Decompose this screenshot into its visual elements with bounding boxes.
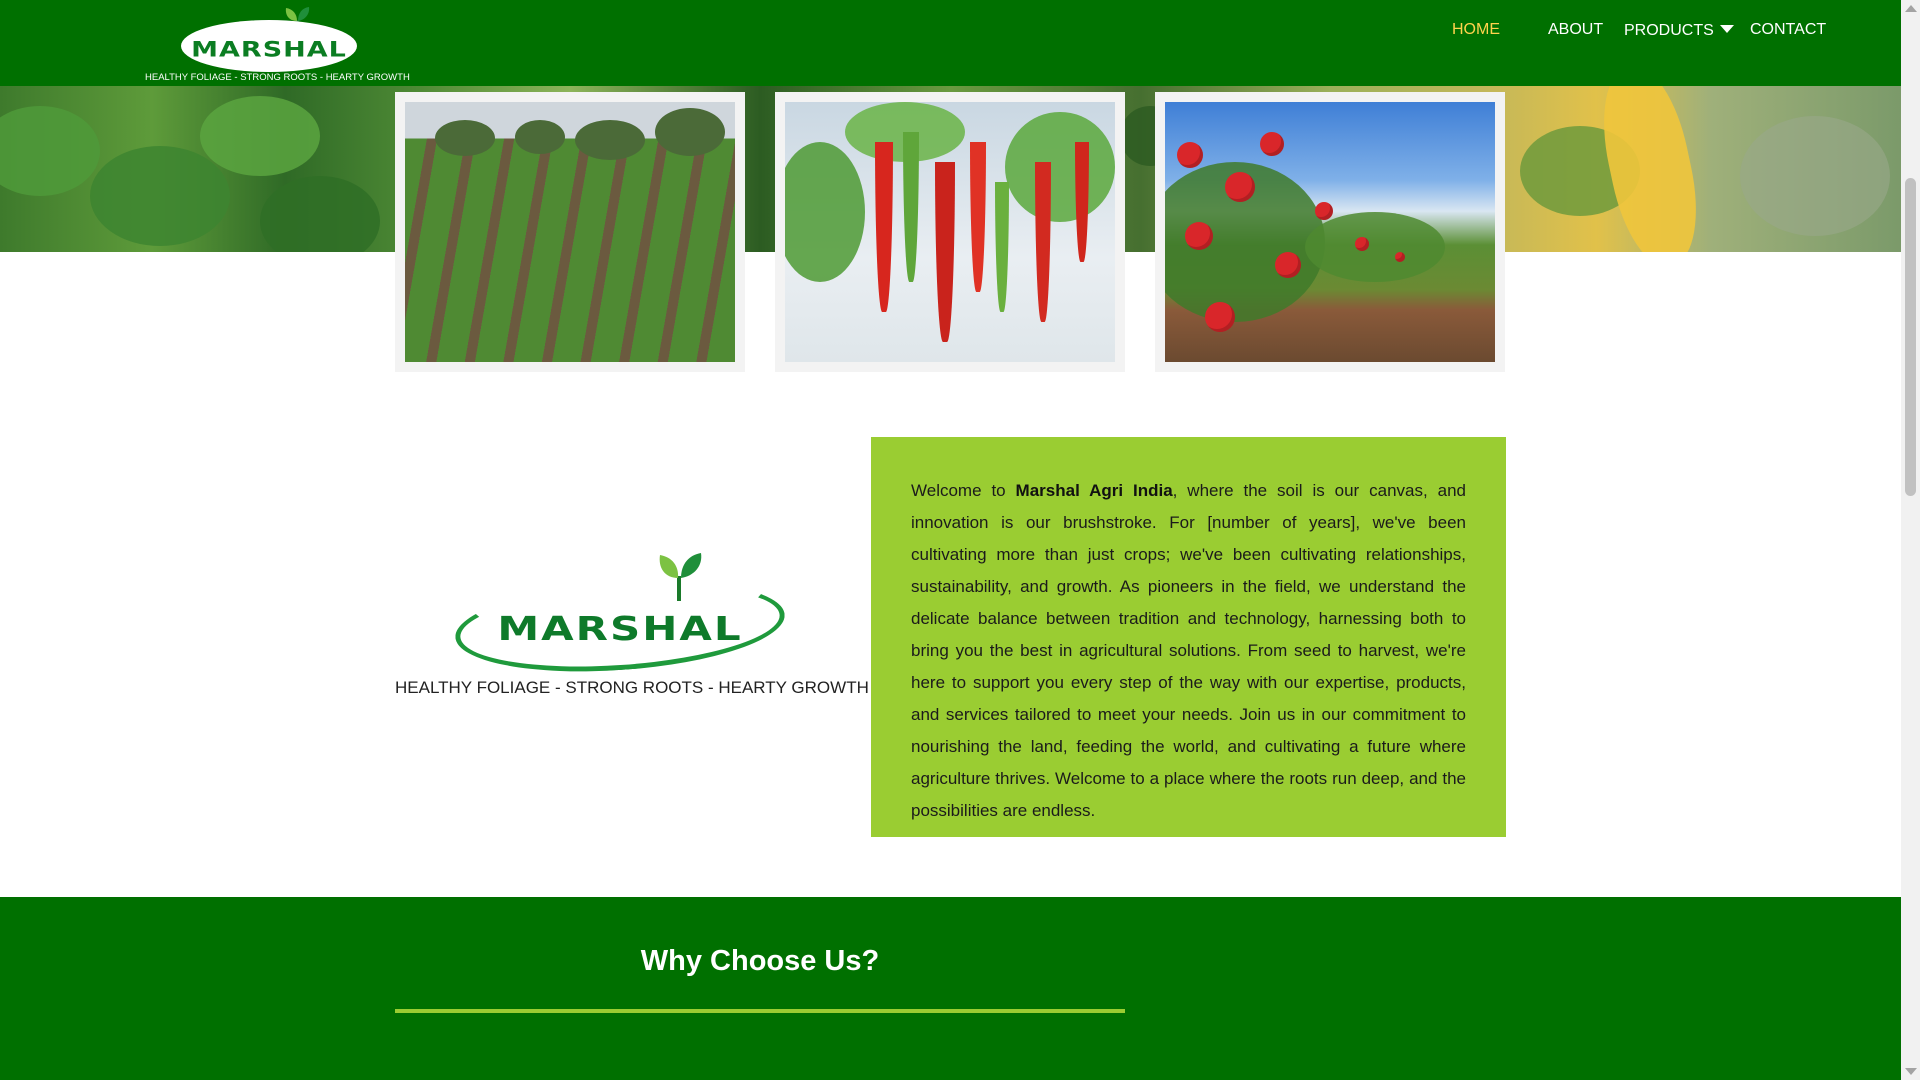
gallery-card-field[interactable] bbox=[395, 92, 745, 372]
about-logo-wordmark: MARSHAL bbox=[497, 609, 743, 648]
about-logo: MARSHAL HEALTHY FOLIAGE - STRONG ROOTS -… bbox=[395, 552, 869, 702]
field-crop-photo bbox=[405, 102, 735, 362]
logo-tagline: HEALTHY FOLIAGE - STRONG ROOTS - HEARTY … bbox=[145, 72, 410, 83]
about-logo-tagline: HEALTHY FOLIAGE - STRONG ROOTS - HEARTY … bbox=[395, 678, 869, 697]
about-company-name: Marshal Agri India bbox=[1015, 481, 1173, 500]
pomegranate-orchard-photo bbox=[1165, 102, 1495, 362]
scroll-thumb[interactable] bbox=[1905, 178, 1916, 496]
caret-down-icon bbox=[1719, 25, 1734, 33]
gallery-card-chili[interactable] bbox=[775, 92, 1125, 372]
why-divider bbox=[395, 1009, 1125, 1013]
nav-home[interactable]: HOME bbox=[1452, 21, 1500, 39]
about-intro: Welcome to bbox=[911, 481, 1016, 500]
gallery-card-orchard[interactable] bbox=[1155, 92, 1505, 372]
about-panel: Welcome to Marshal Agri India, where the… bbox=[871, 437, 1506, 837]
why-section: Why Choose Us? bbox=[0, 897, 1901, 1080]
nav-about[interactable]: ABOUT bbox=[1548, 21, 1603, 39]
scroll-down-arrow-icon[interactable] bbox=[1905, 1068, 1917, 1075]
about-paragraph: Welcome to Marshal Agri India, where the… bbox=[911, 475, 1466, 827]
scroll-up-arrow-icon[interactable] bbox=[1905, 5, 1917, 12]
page-scrollbar[interactable] bbox=[1901, 0, 1920, 1080]
nav-contact[interactable]: CONTACT bbox=[1750, 21, 1826, 39]
chili-pepper-photo bbox=[785, 102, 1115, 362]
nav-products[interactable]: PRODUCTS bbox=[1624, 22, 1734, 40]
about-body: , where the soil is our canvas, and inno… bbox=[911, 481, 1466, 820]
site-header: MARSHAL HEALTHY FOLIAGE - STRONG ROOTS -… bbox=[0, 0, 1901, 86]
nav-products-label: PRODUCTS bbox=[1624, 22, 1714, 39]
logo-wordmark: MARSHAL bbox=[191, 37, 347, 62]
header-logo[interactable]: MARSHAL HEALTHY FOLIAGE - STRONG ROOTS -… bbox=[145, 4, 410, 84]
why-title: Why Choose Us? bbox=[640, 945, 880, 977]
